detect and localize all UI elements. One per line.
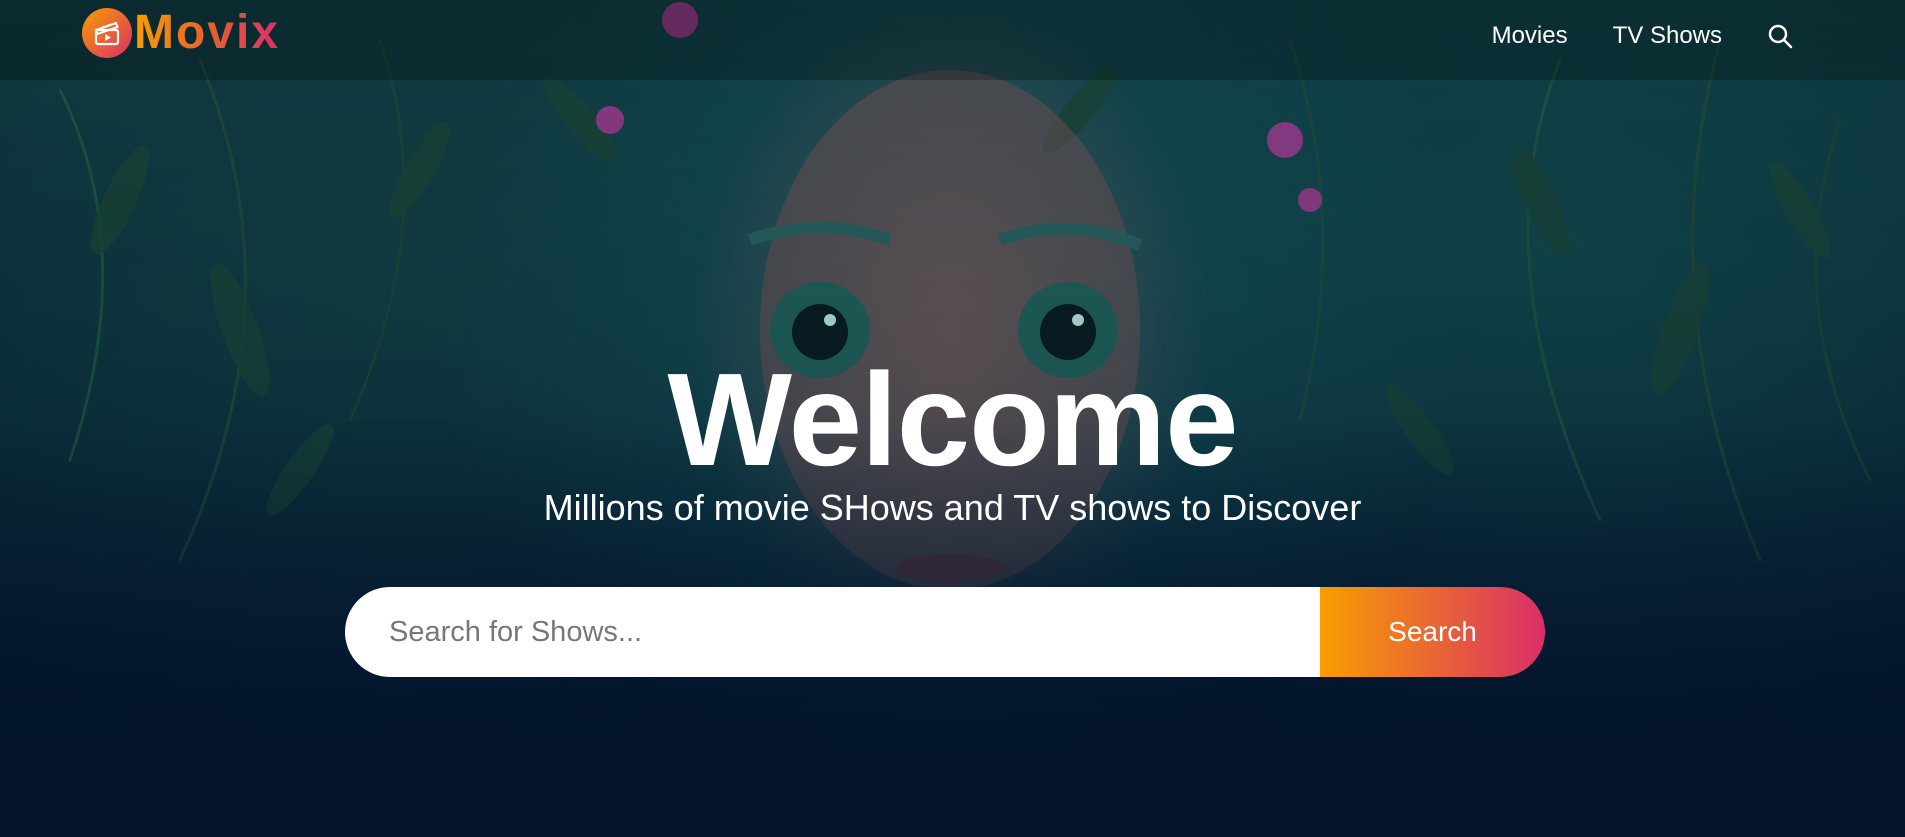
top-navigation-bar: Movix Movies TV Shows (0, 0, 1905, 80)
logo[interactable]: Movix (82, 8, 280, 58)
page: Movix Movies TV Shows Welcome Millions o… (0, 0, 1905, 837)
clapperboard-icon (82, 8, 132, 58)
hero-section: Welcome Millions of movie SHows and TV s… (0, 350, 1905, 530)
search-input[interactable] (345, 587, 1320, 677)
search-icon[interactable] (1767, 23, 1793, 49)
nav-movies-link[interactable]: Movies (1492, 22, 1568, 50)
search-button[interactable]: Search (1320, 587, 1545, 677)
logo-text: Movix (134, 6, 281, 59)
nav-tv-shows-link[interactable]: TV Shows (1613, 22, 1722, 50)
hero-search-bar: Search (345, 587, 1545, 677)
hero-subtitle: Millions of movie SHows and TV shows to … (543, 487, 1362, 528)
hero-title: Welcome (667, 346, 1238, 493)
main-nav: Movies TV Shows (1447, 0, 1793, 72)
